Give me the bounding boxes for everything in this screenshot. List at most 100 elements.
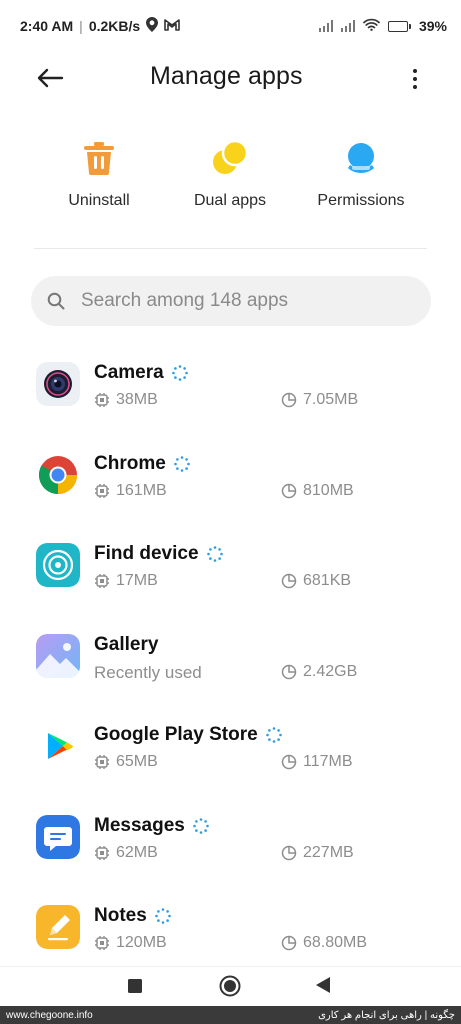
list-item-chrome[interactable]: Chrome 161MB 810MB: [0, 431, 461, 521]
storage-usage: 681KB: [281, 572, 351, 590]
memory-value: 161MB: [116, 482, 167, 499]
storage-usage: 117MB: [281, 753, 353, 771]
uninstall-action[interactable]: Uninstall: [39, 138, 159, 210]
back-arrow-icon: [37, 68, 64, 88]
gmail-icon: [164, 18, 180, 34]
app-name-text: Chrome: [94, 453, 166, 474]
app-name-text: Camera: [94, 362, 164, 383]
status-separator: |: [79, 18, 83, 34]
watermark-bar: www.chegoone.info چگونه | راهی برای انجا…: [0, 1006, 461, 1024]
memory-usage: 65MB: [94, 753, 158, 771]
pie-storage-icon: [281, 754, 297, 770]
recently-used-text: Recently used: [94, 663, 202, 682]
gallery-app-icon: [36, 634, 80, 678]
list-item-messages[interactable]: Messages 62MB 227MB: [0, 793, 461, 883]
dual-circles-icon: [212, 138, 248, 178]
chrome-app-icon: [36, 453, 80, 497]
list-item-notes[interactable]: Notes 120MB 68.80MB: [0, 883, 461, 973]
storage-usage: 227MB: [281, 844, 354, 862]
storage-value: 2.42GB: [303, 663, 358, 680]
pie-storage-icon: [281, 573, 297, 589]
app-name: Find device: [94, 543, 223, 565]
memory-value: 62MB: [116, 844, 158, 861]
notes-app-icon: [36, 905, 80, 949]
app-name: Messages: [94, 815, 209, 837]
signal-icon: [318, 20, 333, 32]
app-name: Google Play Store: [94, 724, 282, 746]
storage-usage: 7.05MB: [281, 391, 358, 409]
list-item-google-play-store[interactable]: Google Play Store 65MB 117MB: [0, 702, 461, 792]
loading-spinner-icon: [265, 727, 282, 743]
memory-value: 38MB: [116, 391, 158, 408]
status-left: 2:40 AM | 0.2KB/s: [20, 17, 180, 35]
search-placeholder: Search among 148 apps: [81, 290, 289, 311]
memory-value: 65MB: [116, 753, 158, 770]
uninstall-label: Uninstall: [68, 192, 130, 209]
memory-usage: 38MB: [94, 391, 158, 409]
search-input[interactable]: Search among 148 apps: [31, 276, 431, 326]
permissions-icon: [344, 138, 378, 178]
storage-usage: 2.42GB: [281, 663, 357, 681]
chip-icon: [95, 393, 109, 407]
storage-usage: 810MB: [281, 482, 354, 500]
pie-storage-icon: [281, 664, 297, 680]
dual-apps-action[interactable]: Dual apps: [170, 138, 290, 210]
permissions-action[interactable]: Permissions: [301, 138, 421, 210]
pie-storage-icon: [281, 483, 297, 499]
chip-icon: [95, 846, 109, 860]
nav-back-button[interactable]: [316, 977, 330, 998]
status-bar: 2:40 AM | 0.2KB/s 39%: [0, 0, 461, 52]
app-name-text: Google Play Store: [94, 724, 258, 745]
loading-spinner-icon: [154, 908, 171, 924]
storage-value: 68.80MB: [303, 934, 368, 951]
memory-value: 120MB: [116, 934, 167, 951]
system-nav-bar: [0, 966, 461, 1006]
recents-square-icon: [128, 979, 142, 993]
storage-value: 117MB: [303, 753, 353, 770]
play-store-app-icon: [36, 724, 80, 768]
app-name: Camera: [94, 362, 188, 384]
back-triangle-icon: [316, 977, 330, 993]
page-title: Manage apps: [150, 62, 303, 90]
dual-apps-label: Dual apps: [193, 192, 267, 209]
app-name-text: Gallery: [94, 634, 159, 655]
battery-charging-icon: [387, 20, 411, 32]
home-button[interactable]: [219, 975, 241, 1002]
find-device-app-icon: [36, 543, 80, 587]
memory-usage: 161MB: [94, 482, 167, 500]
watermark-tagline: چگونه | راهی برای انجام هر کاری: [318, 1009, 455, 1021]
chip-icon: [95, 484, 109, 498]
app-name-text: Notes: [94, 905, 147, 926]
loading-spinner-icon: [173, 456, 190, 472]
app-name-text: Messages: [94, 815, 185, 836]
chip-icon: [95, 574, 109, 588]
recents-button[interactable]: [128, 979, 142, 998]
app-name-text: Find device: [94, 543, 199, 564]
search-icon: [47, 292, 65, 310]
pie-storage-icon: [281, 935, 297, 951]
back-button[interactable]: [32, 62, 68, 94]
app-name: Notes: [94, 905, 171, 927]
loading-spinner-icon: [193, 818, 209, 834]
chip-icon: [95, 936, 109, 950]
pie-storage-icon: [281, 845, 297, 861]
loading-spinner-icon: [171, 365, 188, 381]
memory-usage: 62MB: [94, 844, 158, 862]
quick-actions: Uninstall Dual apps Permissions: [0, 138, 461, 218]
storage-value: 681KB: [303, 572, 352, 589]
app-name: Gallery: [94, 634, 158, 656]
status-battery-percent: 39%: [418, 18, 447, 34]
storage-value: 227MB: [303, 844, 354, 861]
storage-usage: 68.80MB: [281, 934, 367, 952]
messages-app-icon: [36, 815, 80, 859]
list-item-gallery[interactable]: Gallery Recently used 2.42GB: [0, 612, 461, 702]
list-item-camera[interactable]: Camera 38MB 7.05MB: [0, 340, 461, 430]
memory-usage: 120MB: [94, 934, 167, 952]
location-icon: [146, 17, 159, 35]
more-options-button[interactable]: [405, 65, 425, 93]
list-item-find-device[interactable]: Find device 17MB 681KB: [0, 521, 461, 611]
app-name: Chrome: [94, 453, 190, 475]
loading-spinner-icon: [206, 546, 223, 562]
status-net-speed: 0.2KB/s: [88, 18, 141, 34]
app-header: Manage apps: [0, 52, 461, 106]
